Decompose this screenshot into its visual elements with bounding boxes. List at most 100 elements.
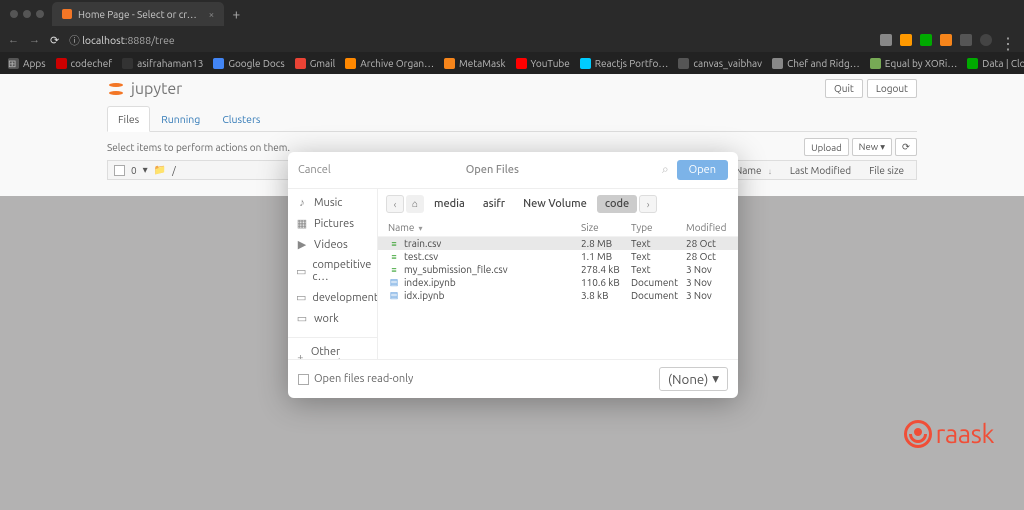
breadcrumb-item-current[interactable]: code — [597, 195, 637, 213]
col-size[interactable]: Size — [581, 222, 631, 233]
minimize-icon[interactable] — [23, 10, 31, 18]
tab-title: Home Page - Select or cr… — [78, 9, 197, 20]
back-button[interactable]: ← — [8, 34, 19, 46]
sidebar-item[interactable]: ♪Music — [288, 193, 377, 213]
bookmark-item[interactable]: MetaMask — [444, 58, 505, 69]
col-file-size[interactable]: File size — [863, 165, 910, 176]
search-icon[interactable]: ⌕ — [662, 163, 669, 177]
col-modified[interactable]: Modified — [686, 222, 728, 233]
chevron-down-icon: ▾ — [712, 371, 719, 387]
open-files-dialog: Cancel Open Files ⌕ Open ♪Music▦Pictures… — [288, 152, 738, 398]
file-row[interactable]: ≡test.csv1.1 MBText28 Oct — [378, 250, 738, 263]
window-controls[interactable] — [10, 10, 44, 18]
other-locations[interactable]: +Other Locations — [288, 337, 377, 359]
quit-button[interactable]: Quit — [825, 79, 863, 98]
breadcrumb-back-icon[interactable]: ‹ — [386, 195, 404, 213]
file-row[interactable]: ▤idx.ipynb3.8 kBDocument3 Nov — [378, 289, 738, 302]
new-button[interactable]: New ▾ — [852, 138, 892, 156]
readonly-checkbox[interactable]: Open files read-only — [298, 373, 413, 385]
tab-files[interactable]: Files — [107, 106, 150, 132]
breadcrumb: ‹ ⌂ media asifr New Volume code › — [378, 189, 738, 219]
place-icon: ▦ — [296, 217, 308, 230]
reload-button[interactable]: ⟳ — [50, 34, 59, 47]
select-all-checkbox[interactable] — [114, 165, 125, 176]
sidebar-item[interactable]: ▭competitive c… — [288, 255, 377, 287]
bookmark-item[interactable]: canvas_vaibhav — [678, 58, 762, 69]
file-filter-dropdown[interactable]: (None)▾ — [659, 367, 728, 391]
dropdown-icon[interactable]: ▾ — [143, 164, 148, 176]
open-button[interactable]: Open — [677, 160, 728, 180]
breadcrumb-item[interactable]: media — [426, 195, 473, 213]
breadcrumb-item[interactable]: asifr — [475, 195, 513, 213]
file-size: 278.4 kB — [581, 264, 631, 275]
cancel-button[interactable]: Cancel — [298, 164, 331, 176]
maximize-icon[interactable] — [36, 10, 44, 18]
file-size: 110.6 kB — [581, 277, 631, 288]
watermark-text: raask — [936, 419, 994, 448]
menu-icon[interactable]: ⋮ — [1000, 34, 1016, 46]
jupyter-favicon-icon — [62, 9, 72, 19]
refresh-button[interactable]: ⟳ — [895, 138, 917, 156]
bookmark-item[interactable]: Equal by XORi… — [870, 58, 958, 69]
sidebar-item[interactable]: ▦Pictures — [288, 213, 377, 234]
bookmark-item[interactable]: asifrahaman13 — [122, 58, 203, 69]
ext-icon[interactable] — [900, 34, 912, 46]
place-icon: ▭ — [296, 291, 306, 304]
extension-icons: ⋮ — [880, 34, 1016, 46]
breadcrumb-item[interactable]: New Volume — [515, 195, 595, 213]
upload-button[interactable]: Upload — [804, 138, 849, 156]
browser-tab[interactable]: Home Page - Select or cr… × — [52, 2, 224, 26]
bookmark-item[interactable]: Reactjs Portfo… — [580, 58, 669, 69]
breadcrumb-forward-icon[interactable]: › — [639, 195, 657, 213]
file-size: 2.8 MB — [581, 238, 631, 249]
file-list-columns: Name▾ Size Type Modified — [378, 219, 738, 237]
metamask-icon[interactable] — [940, 34, 952, 46]
browser-chrome: Home Page - Select or cr… × + ← → ⟳ ⓘ lo… — [0, 0, 1024, 52]
close-icon[interactable] — [10, 10, 18, 18]
file-modified: 3 Nov — [686, 264, 728, 275]
file-row[interactable]: ▤index.ipynb110.6 kBDocument3 Nov — [378, 276, 738, 289]
tab-clusters[interactable]: Clusters — [211, 106, 271, 132]
url-field[interactable]: ⓘ localhost:8888/tree — [69, 33, 870, 48]
bookmark-item[interactable]: codechef — [56, 58, 113, 69]
file-row[interactable]: ≡my_submission_file.csv278.4 kBText3 Nov — [378, 263, 738, 276]
tab-running[interactable]: Running — [150, 106, 211, 132]
logout-button[interactable]: Logout — [867, 79, 917, 98]
new-tab-button[interactable]: + — [232, 6, 240, 22]
oraask-logo-icon — [904, 420, 932, 448]
dialog-footer: Open files read-only (None)▾ — [288, 359, 738, 398]
jupyter-logo[interactable]: jupyter — [107, 80, 182, 98]
file-size: 1.1 MB — [581, 251, 631, 262]
profile-icon[interactable] — [980, 34, 992, 46]
folder-icon: 📁 — [154, 164, 166, 176]
home-icon[interactable]: ⌂ — [406, 195, 424, 213]
bookmark-item[interactable]: Archive Organ… — [345, 58, 434, 69]
checkbox-icon[interactable] — [298, 374, 309, 385]
ext-icon[interactable] — [920, 34, 932, 46]
close-tab-icon[interactable]: × — [209, 9, 215, 20]
puzzle-icon[interactable] — [960, 34, 972, 46]
place-icon: ♪ — [296, 197, 308, 209]
dialog-header: Cancel Open Files ⌕ Open — [288, 152, 738, 189]
bookmark-item[interactable]: YouTube — [516, 58, 570, 69]
file-name: index.ipynb — [404, 277, 581, 288]
plus-icon: + — [296, 352, 305, 359]
apps-button[interactable]: ⊞Apps — [8, 58, 46, 69]
bookmark-item[interactable]: Data | Cloud… — [967, 58, 1024, 69]
bookmark-item[interactable]: Google Docs — [213, 58, 284, 69]
sidebar-item[interactable]: ▭work — [288, 308, 377, 329]
breadcrumb-root[interactable]: / — [172, 165, 176, 176]
bookmark-item[interactable]: Gmail — [295, 58, 335, 69]
col-last-modified[interactable]: Last Modified — [784, 165, 857, 176]
forward-button[interactable]: → — [29, 34, 40, 46]
file-row[interactable]: ≡train.csv2.8 MBText28 Oct — [378, 237, 738, 250]
sidebar-item[interactable]: ▭development — [288, 287, 377, 308]
ext-icon[interactable] — [880, 34, 892, 46]
col-type[interactable]: Type — [631, 222, 686, 233]
place-icon: ▶ — [296, 238, 308, 251]
bookmarks-bar: ⊞Apps codechef asifrahaman13 Google Docs Gm… — [0, 52, 1024, 74]
file-modified: 28 Oct — [686, 238, 728, 249]
bookmark-item[interactable]: Chef and Ridg… — [772, 58, 860, 69]
sidebar-item[interactable]: ▶Videos — [288, 234, 377, 255]
col-name[interactable]: Name▾ — [388, 222, 581, 233]
